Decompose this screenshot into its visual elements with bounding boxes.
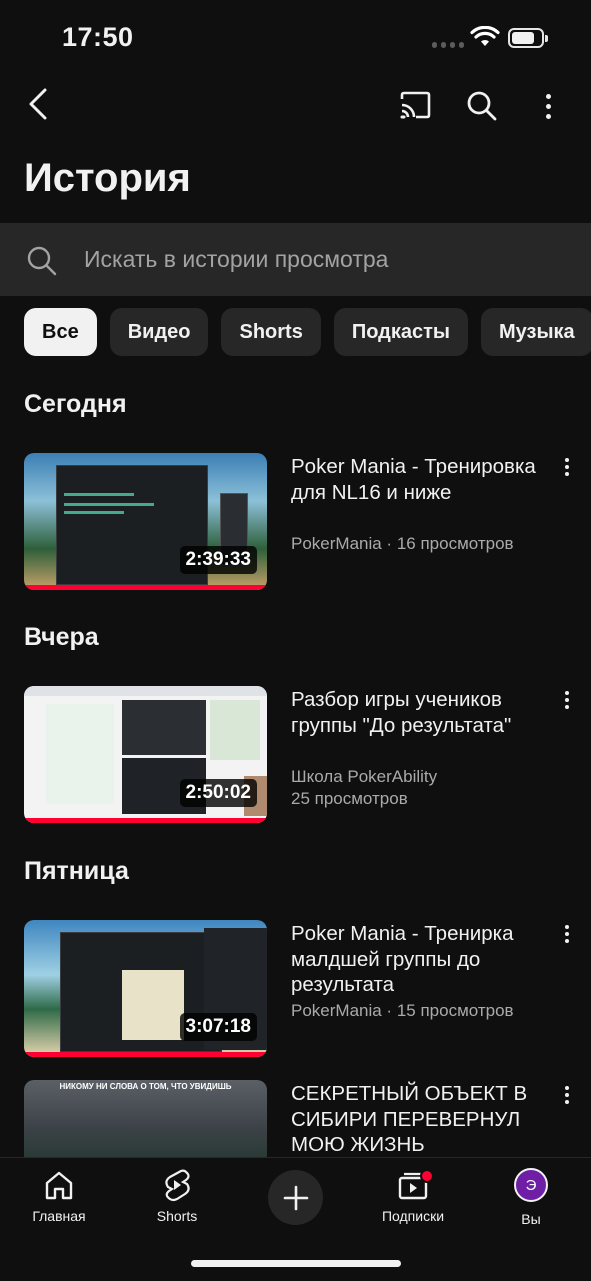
watch-progress-bar — [24, 1052, 267, 1057]
nav-subscriptions-label: Подписки — [381, 1208, 445, 1224]
video-title[interactable]: СЕКРЕТНЫЙ ОБЪЕКТ В СИБИРИ ПЕРЕВЕРНУЛ МОЮ… — [291, 1081, 541, 1158]
nav-subscriptions[interactable]: Подписки — [363, 1168, 463, 1224]
video-title[interactable]: Poker Mania - Тренировка для NL16 и ниже — [291, 454, 541, 505]
plus-icon — [283, 1185, 308, 1210]
chip-shorts[interactable]: Shorts — [221, 308, 321, 356]
create-button[interactable] — [268, 1170, 323, 1225]
chip-podcasts[interactable]: Подкасты — [333, 308, 468, 356]
video-more-icon[interactable] — [555, 1083, 579, 1107]
cast-icon[interactable] — [396, 88, 434, 122]
nav-shorts-label: Shorts — [156, 1208, 198, 1224]
watch-progress-bar — [24, 585, 267, 590]
battery-icon — [508, 28, 548, 48]
page-title: История — [24, 156, 191, 200]
video-duration: 3:07:18 — [179, 1013, 257, 1041]
chip-music[interactable]: Музыка — [480, 308, 591, 356]
video-duration: 2:39:33 — [179, 546, 257, 574]
thumbnail-caption: НИКОМУ НИ СЛОВА О ТОМ, ЧТО УВИДИШЬ — [59, 1082, 232, 1091]
search-icon[interactable] — [464, 88, 500, 124]
video-more-icon[interactable] — [555, 922, 579, 946]
nav-home-label: Главная — [32, 1208, 86, 1224]
video-duration: 2:50:02 — [179, 779, 257, 807]
history-search-bar[interactable] — [0, 223, 591, 296]
home-icon — [45, 1171, 73, 1200]
history-search-input[interactable] — [84, 237, 564, 281]
section-heading-today: Сегодня — [24, 390, 127, 418]
home-indicator — [191, 1260, 401, 1267]
cellular-signal-icon — [432, 42, 464, 50]
watch-progress-bar — [24, 818, 267, 823]
video-thumbnail[interactable]: НИКОМУ НИ СЛОВА О ТОМ, ЧТО УВИДИШЬ — [24, 1080, 267, 1157]
shorts-icon — [165, 1169, 190, 1202]
more-vert-icon[interactable] — [536, 88, 560, 124]
chip-video[interactable]: Видео — [109, 308, 209, 356]
video-more-icon[interactable] — [555, 688, 579, 712]
section-heading-yesterday: Вчера — [24, 623, 99, 651]
nav-you[interactable]: Э Вы — [481, 1168, 581, 1227]
video-views: 25 просмотров — [291, 789, 408, 808]
video-meta: PokerMania · 15 просмотров — [291, 1001, 514, 1020]
video-title[interactable]: Разбор игры учеников группы "До результа… — [291, 687, 541, 738]
notification-dot — [420, 1169, 434, 1183]
video-meta: PokerMania · 16 просмотров — [291, 534, 514, 553]
video-more-icon[interactable] — [555, 455, 579, 479]
video-title[interactable]: Poker Mania - Тренирка малдшей группы до… — [291, 921, 541, 998]
nav-home[interactable]: Главная — [9, 1168, 109, 1224]
wifi-icon — [470, 25, 500, 53]
avatar: Э — [514, 1168, 548, 1202]
section-heading-friday: Пятница — [24, 857, 129, 885]
status-time: 17:50 — [62, 22, 134, 52]
back-arrow-icon[interactable] — [20, 86, 56, 122]
video-thumbnail[interactable]: 2:50:02 — [24, 686, 267, 823]
search-icon — [26, 245, 58, 282]
video-thumbnail[interactable]: 3:07:18 — [24, 920, 267, 1057]
nav-shorts[interactable]: Shorts — [127, 1168, 227, 1224]
filter-chips: Все Видео Shorts Подкасты Музыка — [24, 308, 591, 356]
chip-all[interactable]: Все — [24, 308, 97, 356]
video-channel: Школа PokerAbility — [291, 767, 438, 786]
nav-you-label: Вы — [521, 1211, 541, 1227]
video-thumbnail[interactable]: 2:39:33 — [24, 453, 267, 590]
